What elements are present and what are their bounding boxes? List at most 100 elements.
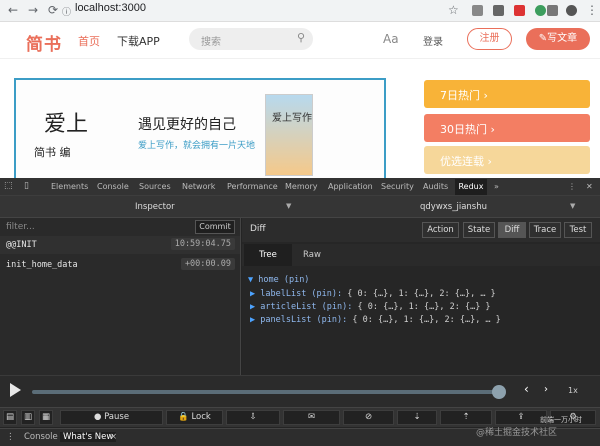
pause-button[interactable]: ● Pause bbox=[60, 410, 163, 425]
banner-line: 爱上写作，就会拥有一片天地 bbox=[138, 141, 256, 151]
font-size-toggle[interactable]: Aa bbox=[383, 32, 399, 46]
collapse-arrow-icon[interactable]: ▶ bbox=[250, 289, 255, 299]
close-devtools-icon[interactable]: ✕ bbox=[586, 182, 593, 191]
tab-redux[interactable]: Redux bbox=[455, 179, 487, 195]
tab-console[interactable]: Console bbox=[97, 182, 129, 191]
info-icon[interactable]: ⓘ bbox=[62, 5, 71, 18]
extension-icon[interactable] bbox=[493, 5, 504, 16]
register-button[interactable]: 注册 bbox=[467, 28, 512, 50]
side-card-label: 7日热门 › bbox=[440, 89, 488, 102]
book-cover-image: 爱上写作 bbox=[265, 94, 313, 176]
view-action-button[interactable]: Action bbox=[422, 222, 459, 238]
pause-label: Pause bbox=[104, 412, 130, 422]
tab-network[interactable]: Network bbox=[182, 182, 215, 191]
action-item[interactable]: init_home_data +00:00.09 bbox=[0, 256, 240, 274]
nav-home[interactable]: 首页 bbox=[78, 33, 100, 49]
login-link[interactable]: 登录 bbox=[423, 33, 443, 48]
layout-icon[interactable]: ▦ bbox=[39, 410, 53, 425]
address-bar[interactable]: localhost:3000 bbox=[75, 2, 146, 14]
side-card-label: 优选连载 › bbox=[440, 155, 492, 168]
side-card-serial[interactable]: 优选连载 › bbox=[424, 146, 590, 174]
tree-row[interactable]: ▶ articleList (pin): { 0: {…}, 1: {…}, 2… bbox=[250, 302, 491, 312]
play-icon[interactable] bbox=[10, 383, 21, 397]
banner-author: 简书 编 bbox=[34, 146, 71, 159]
step-back-icon[interactable]: ‹ bbox=[524, 382, 529, 396]
export-button[interactable]: ⇡ bbox=[440, 410, 492, 425]
watermark-top: 前端一万小时 bbox=[540, 416, 582, 424]
speed-select[interactable]: 1x bbox=[568, 386, 578, 395]
side-card-30day[interactable]: 30日热门 › bbox=[424, 114, 590, 142]
banner[interactable]: 爱上 遇见更好的自己 爱上写作，就会拥有一片天地 简书 编 bbox=[14, 78, 386, 178]
tab-application[interactable]: Application bbox=[328, 182, 373, 191]
layout-icon[interactable]: ▤ bbox=[3, 410, 17, 425]
tab-security[interactable]: Security bbox=[381, 182, 414, 191]
chevron-down-icon[interactable]: ▼ bbox=[286, 202, 291, 210]
view-diff-button[interactable]: Diff bbox=[498, 222, 526, 238]
menu-dots-icon[interactable]: ⋮ bbox=[586, 3, 598, 17]
slider-handle[interactable] bbox=[492, 385, 507, 399]
collapse-arrow-icon[interactable]: ▶ bbox=[250, 315, 255, 325]
more-tabs-icon[interactable]: » bbox=[494, 182, 499, 191]
profile-avatar-icon[interactable] bbox=[566, 5, 577, 16]
action-item[interactable]: @@INIT 10:59:04.75 bbox=[0, 236, 240, 254]
view-state-button[interactable]: State bbox=[463, 222, 495, 238]
view-trace-button[interactable]: Trace bbox=[529, 222, 561, 238]
search-box[interactable]: 搜索 ⚲ bbox=[189, 28, 313, 50]
commit-button[interactable]: Commit bbox=[195, 220, 235, 234]
write-article-button[interactable]: ✎写文章 bbox=[526, 28, 590, 50]
tree-key: articleList (pin): bbox=[260, 302, 353, 312]
tree-root[interactable]: ▼ home (pin) bbox=[248, 275, 309, 285]
import-button[interactable]: ⇣ bbox=[397, 410, 437, 425]
tab-memory[interactable]: Memory bbox=[285, 182, 318, 191]
devtools-panel: ⬚ ▯ Elements Console Sources Network Per… bbox=[0, 178, 600, 446]
layout-icon[interactable]: ▥ bbox=[21, 410, 35, 425]
device-toolbar-icon[interactable]: ▯ bbox=[24, 181, 29, 191]
extension-icon[interactable] bbox=[535, 5, 546, 16]
drawer-tab-close-icon[interactable]: × bbox=[110, 432, 117, 442]
view-test-button[interactable]: Test bbox=[564, 222, 592, 238]
banner-title: 爱上 bbox=[44, 112, 89, 137]
drawer-tab-whats-new[interactable]: What's New bbox=[60, 432, 117, 442]
drawer-tab-console[interactable]: Console bbox=[24, 432, 58, 442]
forward-arrow-icon[interactable]: → bbox=[28, 3, 38, 17]
back-arrow-icon[interactable]: ← bbox=[8, 3, 18, 17]
collapse-arrow-icon[interactable]: ▶ bbox=[250, 302, 255, 312]
expand-arrow-icon[interactable]: ▼ bbox=[248, 275, 253, 285]
side-card-7day[interactable]: 7日热门 › bbox=[424, 80, 590, 108]
reload-icon[interactable]: ⟳ bbox=[48, 3, 58, 17]
persist-button[interactable]: ⇩ bbox=[226, 410, 280, 425]
tab-raw[interactable]: Raw bbox=[288, 244, 336, 266]
tab-elements[interactable]: Elements bbox=[51, 182, 88, 191]
filter-input[interactable]: filter... bbox=[6, 222, 35, 232]
instance-select[interactable]: qdywxs_jianshu bbox=[420, 202, 487, 212]
tab-performance[interactable]: Performance bbox=[227, 182, 278, 191]
nav-download-app[interactable]: 下载APP bbox=[117, 33, 160, 49]
tree-row[interactable]: ▶ panelsList (pin): { 0: {…}, 1: {…}, 2:… bbox=[250, 315, 501, 325]
header-divider bbox=[0, 58, 600, 59]
slider-toggle-button[interactable]: ⊘ bbox=[343, 410, 394, 425]
tree-row[interactable]: ▶ labelList (pin): { 0: {…}, 1: {…}, 2: … bbox=[250, 289, 496, 299]
search-input[interactable]: 搜索 bbox=[201, 33, 221, 48]
site-logo[interactable]: 简书 bbox=[26, 30, 62, 55]
star-icon[interactable]: ☆ bbox=[448, 3, 459, 17]
chevron-down-icon[interactable]: ▼ bbox=[570, 202, 575, 210]
tree-value: { 0: {…}, 1: {…}, 2: {…}, … } bbox=[352, 315, 501, 325]
book-title: 爱上写作 bbox=[272, 113, 312, 124]
drawer-menu-icon[interactable]: ⋮ bbox=[6, 432, 15, 442]
time-travel-slider: ‹ › 1x bbox=[0, 375, 600, 407]
slider-track[interactable] bbox=[32, 390, 504, 394]
lock-button[interactable]: 🔒 Lock bbox=[166, 410, 223, 425]
settings-dots-icon[interactable]: ⋮ bbox=[568, 182, 576, 191]
tab-sources[interactable]: Sources bbox=[139, 182, 171, 191]
tab-tree[interactable]: Tree bbox=[244, 244, 292, 266]
extension-icon[interactable] bbox=[472, 5, 483, 16]
search-icon[interactable]: ⚲ bbox=[297, 31, 305, 44]
inspector-select[interactable]: Inspector bbox=[135, 202, 175, 212]
step-forward-icon[interactable]: › bbox=[544, 384, 548, 395]
inspect-icon[interactable]: ⬚ bbox=[4, 181, 13, 191]
tab-audits[interactable]: Audits bbox=[423, 182, 448, 191]
extension-icon[interactable] bbox=[514, 5, 525, 16]
dispatcher-button[interactable]: ✉ bbox=[283, 410, 340, 425]
extension-icon[interactable] bbox=[547, 5, 558, 16]
tree-value: { 0: {…}, 1: {…}, 2: {…} } bbox=[357, 302, 491, 312]
